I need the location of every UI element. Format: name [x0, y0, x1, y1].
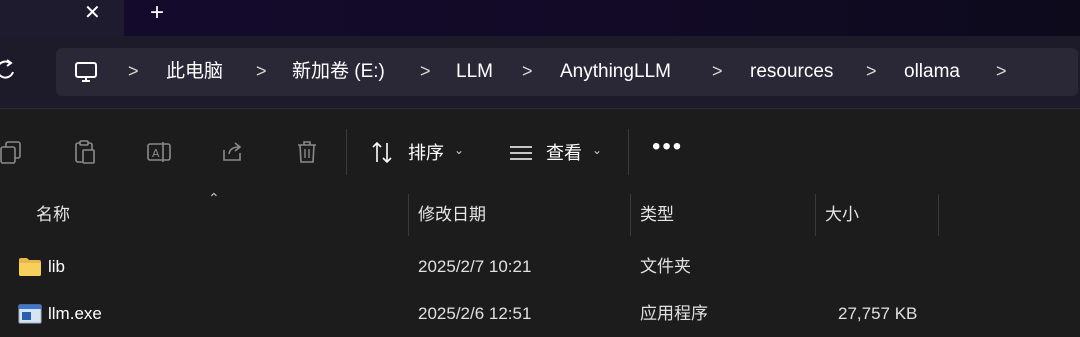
- file-modified: 2025/2/6 12:51: [418, 304, 532, 323]
- breadcrumb-separator[interactable]: >: [522, 60, 533, 82]
- column-divider[interactable]: [408, 194, 409, 236]
- column-divider[interactable]: [630, 194, 631, 236]
- column-size[interactable]: 大小: [825, 205, 859, 225]
- sort-ascending-icon: ⌃: [208, 190, 220, 206]
- view-icon[interactable]: [508, 140, 534, 166]
- breadcrumb-separator[interactable]: >: [128, 60, 139, 82]
- file-name[interactable]: lib: [48, 257, 65, 277]
- column-divider[interactable]: [938, 194, 939, 236]
- breadcrumb-separator[interactable]: >: [996, 60, 1007, 82]
- address-bar[interactable]: > 此电脑 > 新加卷 (E:) > LLM > AnythingLLM > r…: [56, 48, 1078, 96]
- column-modified[interactable]: 修改日期: [418, 205, 486, 225]
- chevron-down-icon[interactable]: ⌄: [454, 143, 464, 157]
- breadcrumb-separator[interactable]: >: [866, 60, 877, 82]
- list-item[interactable]: llm.exe 2025/2/6 12:51 应用程序 27,757 KB: [0, 291, 1080, 337]
- exe-icon: [18, 304, 42, 324]
- column-divider[interactable]: [815, 194, 816, 236]
- file-modified: 2025/2/7 10:21: [418, 257, 532, 276]
- breadcrumb-resources[interactable]: resources: [750, 61, 833, 83]
- toolbar-divider: [346, 129, 347, 175]
- list-item[interactable]: lib 2025/2/7 10:21 文件夹: [0, 244, 1080, 290]
- new-tab-icon[interactable]: +: [150, 1, 164, 25]
- refresh-icon[interactable]: [0, 58, 18, 82]
- share-icon[interactable]: [220, 139, 246, 165]
- chevron-down-icon[interactable]: ⌄: [592, 143, 602, 157]
- breadcrumb-drive[interactable]: 新加卷 (E:): [292, 61, 385, 83]
- file-name[interactable]: llm.exe: [48, 304, 102, 324]
- breadcrumb-separator[interactable]: >: [712, 60, 723, 82]
- breadcrumb-this-pc[interactable]: 此电脑: [166, 61, 223, 83]
- svg-text:A: A: [152, 147, 160, 160]
- file-type: 文件夹: [640, 257, 691, 276]
- copy-icon[interactable]: [0, 139, 24, 165]
- close-tab-icon[interactable]: ✕: [84, 2, 101, 24]
- more-options-icon[interactable]: •••: [652, 133, 683, 161]
- file-size: 27,757 KB: [838, 304, 918, 323]
- sort-icon[interactable]: [370, 140, 396, 166]
- sort-button[interactable]: 排序: [408, 142, 444, 164]
- command-bar: A 排序 ⌄ 查看 ⌄ •••: [0, 108, 1080, 195]
- breadcrumb-separator[interactable]: >: [420, 60, 431, 82]
- column-type[interactable]: 类型: [640, 205, 674, 225]
- paste-icon[interactable]: [72, 139, 98, 165]
- breadcrumb-llm[interactable]: LLM: [456, 61, 493, 83]
- breadcrumb-separator[interactable]: >: [256, 60, 267, 82]
- file-type: 应用程序: [640, 304, 708, 323]
- breadcrumb-ollama[interactable]: ollama: [904, 61, 960, 83]
- breadcrumb-anythingllm[interactable]: AnythingLLM: [560, 61, 671, 83]
- column-name[interactable]: 名称: [36, 205, 70, 225]
- view-button[interactable]: 查看: [546, 142, 582, 164]
- tab[interactable]: ✕: [0, 0, 124, 36]
- this-pc-icon[interactable]: [74, 60, 98, 84]
- folder-icon: [19, 258, 41, 276]
- address-row: > 此电脑 > 新加卷 (E:) > LLM > AnythingLLM > r…: [0, 36, 1080, 108]
- column-header: ⌃ 名称 修改日期 类型 大小: [0, 190, 1080, 236]
- rename-icon[interactable]: A: [146, 139, 172, 165]
- delete-icon[interactable]: [294, 139, 320, 165]
- toolbar-divider: [628, 129, 629, 175]
- title-bar: ✕ +: [0, 0, 1080, 36]
